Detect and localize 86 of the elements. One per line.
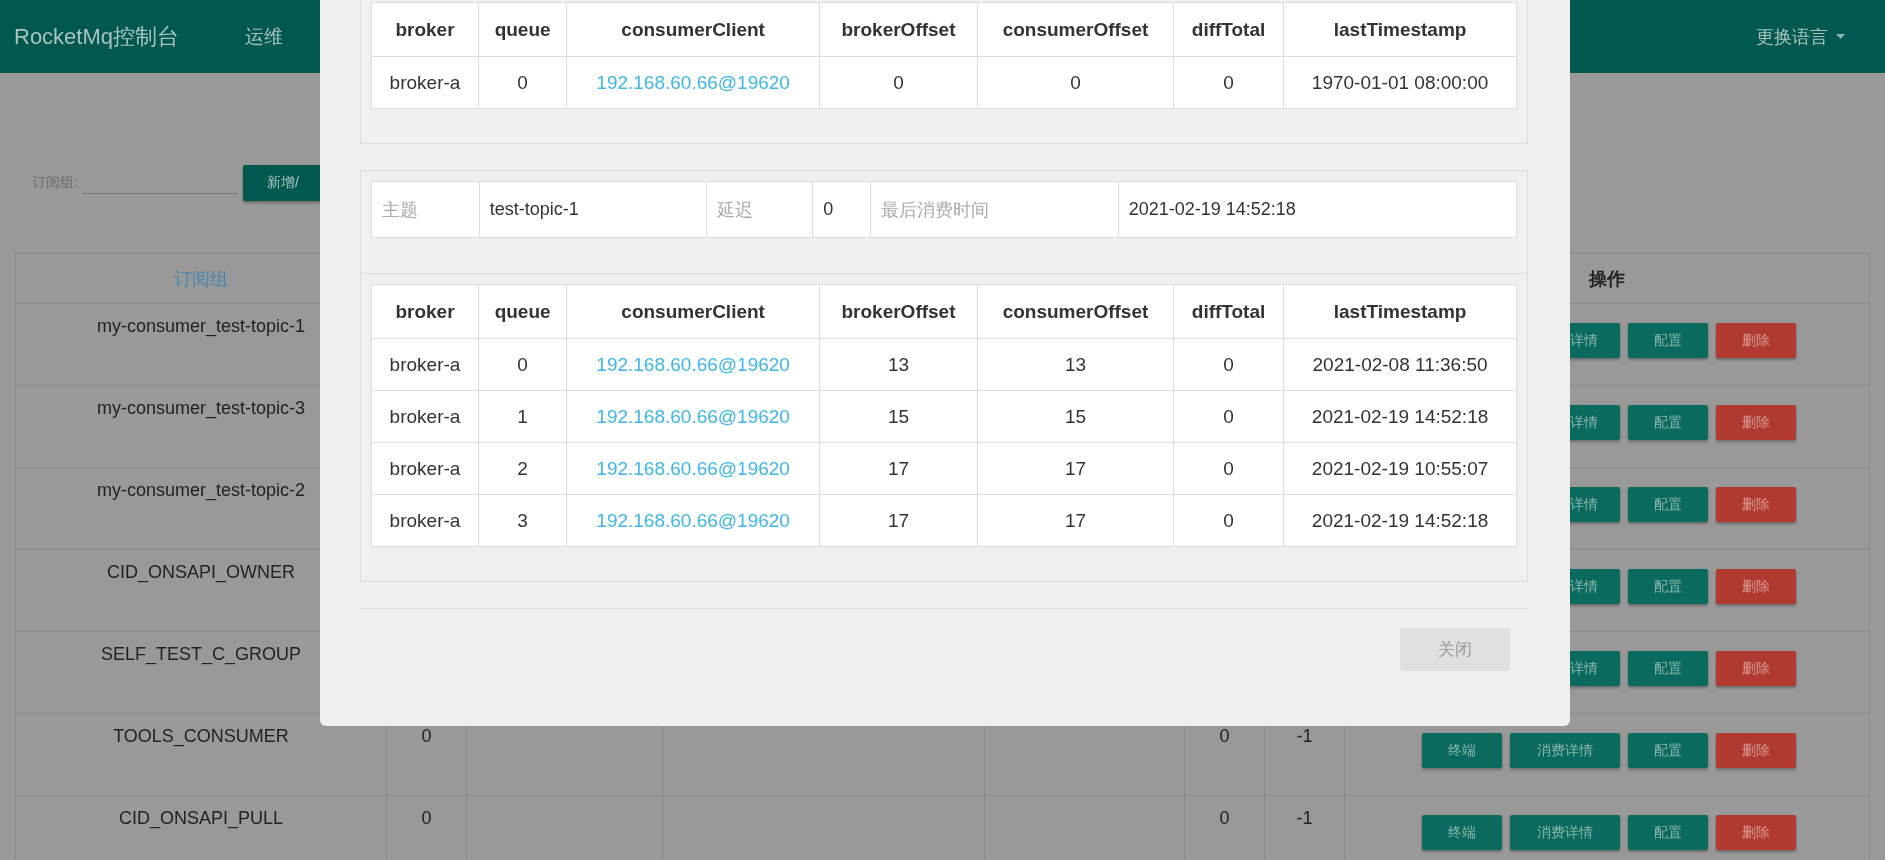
column-header: consumerClient (566, 2, 820, 57)
info-value: 2021-02-19 14:52:18 (1117, 182, 1516, 237)
info-label: 延迟 (706, 182, 813, 237)
table-cell: 0 (1219, 808, 1230, 828)
table-cell: 0 (1173, 442, 1284, 495)
column-header: consumerOffset (977, 284, 1174, 339)
table-cell: 0 (478, 56, 567, 109)
column-header: lastTimestamp (1283, 2, 1517, 57)
table-cell: 0 (1173, 494, 1284, 547)
table-cell: 0 (1173, 390, 1284, 443)
table-cell: 0 (421, 808, 432, 828)
group-name: my-consumer_test-topic-3 (96, 398, 306, 418)
group-name: my-consumer_test-topic-2 (96, 480, 306, 500)
table-cell: broker-a (371, 442, 479, 495)
table-cell: 0 (478, 338, 567, 391)
action-button[interactable]: 配置 (1628, 405, 1708, 440)
action-button[interactable]: 配置 (1628, 733, 1708, 768)
action-button[interactable]: 配置 (1628, 815, 1708, 850)
table-cell: 17 (819, 442, 978, 495)
table-cell: 17 (819, 494, 978, 547)
action-button[interactable]: 删除 (1716, 651, 1796, 686)
close-button[interactable]: 关闭 (1400, 628, 1510, 671)
nav-link[interactable]: 运维 (245, 23, 284, 50)
column-header: queue (478, 2, 567, 57)
action-button[interactable]: 删除 (1716, 405, 1796, 440)
table-cell: 0 (1173, 338, 1284, 391)
table-cell: 2021-02-19 14:52:18 (1283, 494, 1517, 547)
table-cell: 0 (1173, 56, 1284, 109)
action-button[interactable]: 终端 (1422, 815, 1502, 850)
action-button[interactable]: 配置 (1628, 323, 1708, 358)
action-button[interactable]: 配置 (1628, 651, 1708, 686)
caret-icon (1836, 34, 1845, 39)
action-button[interactable]: 配置 (1628, 569, 1708, 604)
table-cell: -1 (1296, 726, 1313, 746)
table-cell: 0 (1219, 726, 1230, 746)
table-cell: 17 (977, 442, 1174, 495)
table-cell: 2021-02-08 11:36:50 (1283, 338, 1517, 391)
action-button[interactable]: 删除 (1716, 815, 1796, 850)
table-cell: 3 (478, 494, 567, 547)
language-menu[interactable]: 更换语言 (1756, 24, 1845, 49)
column-header: diffTotal (1173, 2, 1284, 57)
table-cell: -1 (1296, 808, 1313, 828)
table-cell: 15 (819, 390, 978, 443)
group-name: TOOLS_CONSUMER (113, 726, 289, 746)
info-value: test-topic-1 (478, 182, 707, 237)
group-name: CID_ONSAPI_OWNER (106, 562, 295, 582)
action-button[interactable]: 删除 (1716, 569, 1796, 604)
group-name: my-consumer_test-topic-1 (96, 316, 306, 336)
action-button[interactable]: 消费详情 (1510, 733, 1620, 768)
table-cell: broker-a (371, 56, 479, 109)
action-button[interactable]: 终端 (1422, 733, 1502, 768)
table-cell: 2021-02-19 10:55:07 (1283, 442, 1517, 495)
column-header: diffTotal (1173, 284, 1284, 339)
column-header: queue (478, 284, 567, 339)
action-button[interactable]: 配置 (1628, 487, 1708, 522)
table-cell: 15 (977, 390, 1174, 443)
action-button[interactable]: 删除 (1716, 487, 1796, 522)
table-cell: broker-a (371, 494, 479, 547)
info-label: 最后消费时间 (870, 182, 1118, 237)
table-cell: 1 (478, 390, 567, 443)
table-cell: 2021-02-19 14:52:18 (1283, 390, 1517, 443)
column-header: lastTimestamp (1283, 284, 1517, 339)
action-button[interactable]: 删除 (1716, 323, 1796, 358)
group-name: CID_ONSAPI_PULL (118, 808, 284, 828)
action-button[interactable]: 删除 (1716, 733, 1796, 768)
column-header: broker (371, 2, 479, 57)
table-cell: 13 (819, 338, 978, 391)
action-button[interactable]: 消费详情 (1510, 815, 1620, 850)
info-label: 主题 (381, 198, 419, 222)
info-value: 0 (812, 182, 871, 237)
table-cell: 13 (977, 338, 1174, 391)
table-cell: broker-a (371, 338, 479, 391)
group-name: SELF_TEST_C_GROUP (100, 644, 302, 664)
column-header: broker (371, 284, 479, 339)
table-cell: 0 (977, 56, 1174, 109)
table-cell: 0 (819, 56, 978, 109)
table-cell: 2 (478, 442, 567, 495)
brand-title[interactable]: RocketMq控制台 (14, 21, 180, 52)
table-cell: broker-a (371, 390, 479, 443)
table-cell: 17 (977, 494, 1174, 547)
column-header: consumerOffset (977, 2, 1174, 57)
column-header: brokerOffset (819, 284, 978, 339)
table-cell: 1970-01-01 08:00:00 (1283, 56, 1517, 109)
table-cell: 0 (421, 726, 432, 746)
column-header: consumerClient (566, 284, 820, 339)
column-header: brokerOffset (819, 2, 978, 57)
